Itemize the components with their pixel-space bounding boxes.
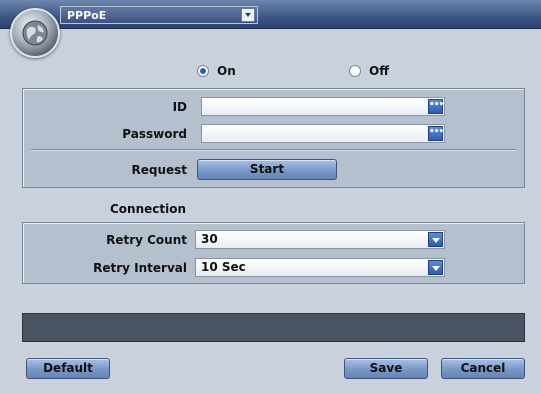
id-field[interactable]: ••• (201, 97, 445, 116)
id-label: ID (172, 100, 187, 114)
retry-count-label: Retry Count (106, 233, 187, 247)
request-label: Request (131, 163, 187, 177)
mode-select-value: PPPoE (67, 9, 107, 22)
retry-panel: Retry Count 30 Retry Interval 10 Sec (22, 222, 525, 284)
chevron-down-icon[interactable] (241, 8, 255, 22)
radio-on[interactable]: On (197, 64, 236, 78)
retry-interval-value: 10 Sec (201, 260, 246, 274)
radio-on-label: On (217, 64, 236, 78)
default-button[interactable]: Default (26, 358, 110, 379)
chevron-down-icon[interactable] (428, 260, 443, 275)
password-label: Password (122, 127, 187, 141)
credentials-panel: ID ••• Password ••• Request Start (22, 88, 525, 188)
retry-count-select[interactable]: 30 (195, 230, 445, 249)
start-button[interactable]: Start (197, 159, 337, 180)
radio-off[interactable]: Off (349, 64, 389, 78)
globe-icon (10, 8, 60, 58)
mode-select[interactable]: PPPoE (60, 6, 258, 24)
connection-label: Connection (109, 202, 186, 216)
status-bar (22, 313, 525, 342)
save-button[interactable]: Save (344, 358, 428, 379)
retry-count-value: 30 (201, 232, 218, 246)
radio-off-icon[interactable] (349, 65, 361, 77)
more-options-icon[interactable]: ••• (428, 126, 444, 141)
retry-interval-select[interactable]: 10 Sec (195, 258, 445, 277)
radio-on-icon[interactable] (197, 65, 209, 77)
chevron-down-icon[interactable] (428, 232, 443, 247)
retry-interval-label: Retry Interval (93, 261, 187, 275)
radio-off-label: Off (369, 64, 389, 78)
panel-divider (31, 149, 516, 151)
password-field[interactable]: ••• (201, 124, 445, 143)
more-options-icon[interactable]: ••• (428, 99, 444, 114)
cancel-button[interactable]: Cancel (441, 358, 525, 379)
